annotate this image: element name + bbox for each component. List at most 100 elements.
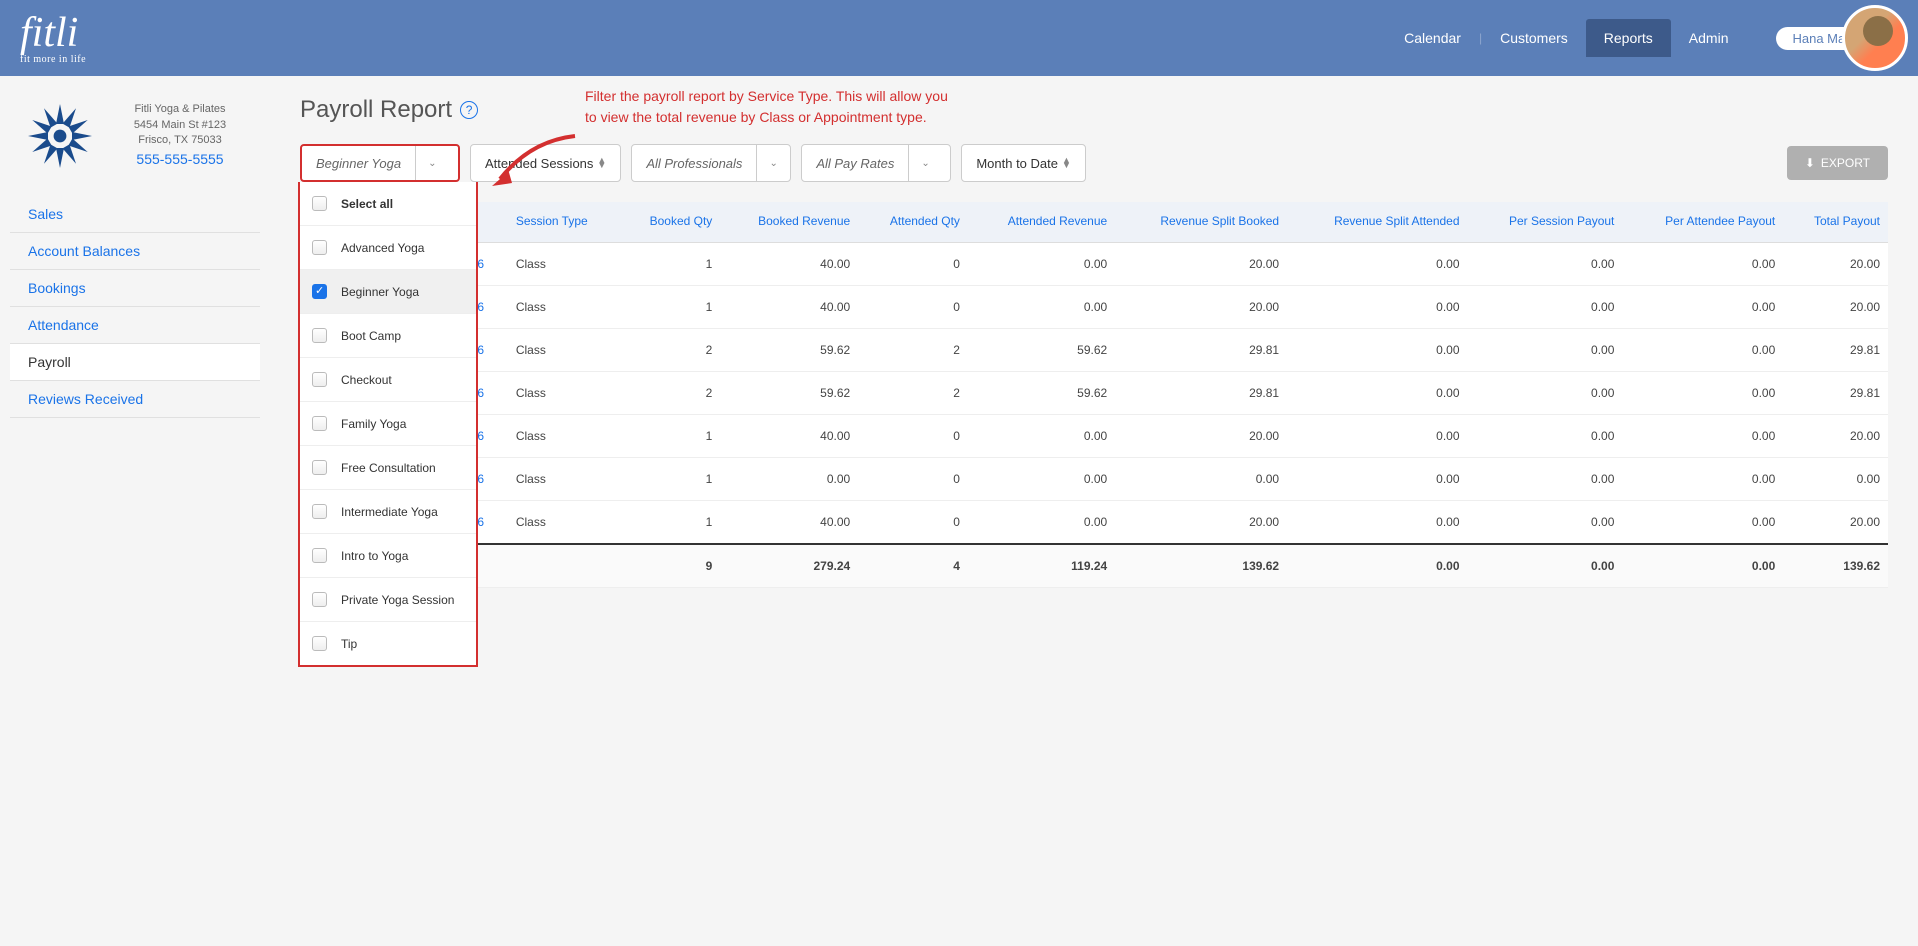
filters-bar: Beginner Yoga ⌄ Select allAdvanced YogaB… xyxy=(300,144,1888,182)
dropdown-option[interactable]: Checkout xyxy=(300,358,476,402)
column-header[interactable]: Per Attendee Payout xyxy=(1622,202,1783,242)
checkbox[interactable] xyxy=(312,548,327,563)
table-row: er Hana Martin RC-006 Class 1 0.00 0 0.0… xyxy=(300,457,1888,500)
checkbox[interactable] xyxy=(312,592,327,607)
dropdown-option-label: Beginner Yoga xyxy=(341,285,419,299)
dropdown-option-label: Tip xyxy=(341,637,357,651)
column-header[interactable]: Per Session Payout xyxy=(1468,202,1623,242)
logo-text: fitli xyxy=(20,12,86,54)
checkbox[interactable] xyxy=(312,284,327,299)
side-nav: SalesAccount BalancesBookingsAttendanceP… xyxy=(10,196,260,418)
checkbox[interactable] xyxy=(312,372,327,387)
sidebar-item-sales[interactable]: Sales xyxy=(10,196,260,233)
checkbox[interactable] xyxy=(312,328,327,343)
sort-arrows-icon: ▲▼ xyxy=(1062,158,1071,169)
dropdown-option-label: Intro to Yoga xyxy=(341,549,408,563)
session-sort-filter[interactable]: Attended Sessions ▲▼ xyxy=(470,144,621,182)
sidebar-item-bookings[interactable]: Bookings xyxy=(10,270,260,307)
column-header[interactable]: Revenue Split Attended xyxy=(1287,202,1467,242)
payroll-table: ProfessionalRateSession TypeBooked QtyBo… xyxy=(300,202,1888,588)
sidebar: Fitli Yoga & Pilates 5454 Main St #123 F… xyxy=(0,76,270,608)
checkbox[interactable] xyxy=(312,636,327,651)
business-logo-icon xyxy=(20,96,100,176)
help-icon[interactable]: ? xyxy=(460,101,478,119)
nav-customers[interactable]: Customers xyxy=(1482,19,1586,57)
dropdown-option[interactable]: Private Yoga Session xyxy=(300,578,476,622)
dropdown-option[interactable]: Family Yoga xyxy=(300,402,476,446)
sidebar-item-reviews-received[interactable]: Reviews Received xyxy=(10,381,260,418)
main-content: Filter the payroll report by Service Typ… xyxy=(270,76,1918,608)
dropdown-option-label: Private Yoga Session xyxy=(341,593,454,607)
pay-rate-value: All Pay Rates xyxy=(802,156,908,171)
dropdown-option[interactable]: Select all xyxy=(300,182,476,226)
column-header[interactable]: Attended Revenue xyxy=(968,202,1115,242)
dropdown-option[interactable]: Tip xyxy=(300,622,476,665)
column-header[interactable]: Booked Revenue xyxy=(720,202,858,242)
download-icon: ⬇ xyxy=(1805,156,1815,170)
dropdown-option-label: Advanced Yoga xyxy=(341,241,424,255)
logo-tagline: fit more in life xyxy=(20,54,86,65)
date-range-value: Month to Date ▲▼ xyxy=(962,156,1085,171)
column-header[interactable]: Attended Qty xyxy=(858,202,968,242)
dropdown-option[interactable]: Beginner Yoga xyxy=(300,270,476,314)
column-header[interactable]: Total Payout xyxy=(1783,202,1888,242)
totals-row: 9279.24 4119.24 139.620.00 0.000.00 139.… xyxy=(300,544,1888,588)
service-type-value: Beginner Yoga xyxy=(302,156,415,171)
table-row: er Hana Martin RC-006 Class 1 40.00 0 0.… xyxy=(300,242,1888,285)
business-address1: 5454 Main St #123 xyxy=(110,118,250,133)
nav-reports[interactable]: Reports xyxy=(1586,19,1671,57)
column-header[interactable]: Session Type xyxy=(508,202,620,242)
table-row: er Hana Martin RC-006 Class 1 40.00 0 0.… xyxy=(300,285,1888,328)
checkbox[interactable] xyxy=(312,504,327,519)
chevron-down-icon: ⌄ xyxy=(756,145,789,181)
column-header[interactable]: Revenue Split Booked xyxy=(1115,202,1287,242)
service-type-dropdown: Select all Advanced Yoga Beginner Yoga Boot… xyxy=(298,182,478,667)
business-block: Fitli Yoga & Pilates 5454 Main St #123 F… xyxy=(10,96,260,176)
dropdown-option[interactable]: Intro to Yoga xyxy=(300,534,476,578)
table-row: er Hana Martin RC-006 Class 2 59.62 2 59… xyxy=(300,371,1888,414)
header: fitli fit more in life Calendar | Custom… xyxy=(0,0,1918,76)
session-sort-value: Attended Sessions ▲▼ xyxy=(471,156,620,171)
dropdown-option[interactable]: Free Consultation xyxy=(300,446,476,490)
avatar[interactable] xyxy=(1842,5,1908,71)
sort-arrows-icon: ▲▼ xyxy=(597,158,606,169)
dropdown-option[interactable]: Advanced Yoga xyxy=(300,226,476,270)
dropdown-option[interactable]: Boot Camp xyxy=(300,314,476,358)
table-row: er Hana Martin RC-006 Class 1 40.00 0 0.… xyxy=(300,414,1888,457)
table-row: er Hana Martin RC-006 Class 2 59.62 2 59… xyxy=(300,328,1888,371)
pay-rate-filter[interactable]: All Pay Rates ⌄ xyxy=(801,144,951,182)
service-type-filter[interactable]: Beginner Yoga ⌄ xyxy=(300,144,460,182)
table-header-row: ProfessionalRateSession TypeBooked QtyBo… xyxy=(300,202,1888,242)
export-button[interactable]: ⬇ EXPORT xyxy=(1787,146,1888,180)
chevron-down-icon: ⌄ xyxy=(908,145,941,181)
dropdown-option[interactable]: Intermediate Yoga xyxy=(300,490,476,534)
business-name: Fitli Yoga & Pilates xyxy=(110,102,250,117)
dropdown-option-label: Checkout xyxy=(341,373,392,387)
date-range-filter[interactable]: Month to Date ▲▼ xyxy=(961,144,1086,182)
nav-admin[interactable]: Admin xyxy=(1671,19,1747,57)
sidebar-item-attendance[interactable]: Attendance xyxy=(10,307,260,344)
professional-filter[interactable]: All Professionals ⌄ xyxy=(631,144,791,182)
business-phone[interactable]: 555-555-5555 xyxy=(110,150,250,170)
dropdown-option-label: Select all xyxy=(341,197,393,211)
dropdown-option-label: Free Consultation xyxy=(341,461,436,475)
sidebar-item-payroll[interactable]: Payroll xyxy=(10,344,260,381)
dropdown-option-label: Family Yoga xyxy=(341,417,406,431)
sidebar-item-account-balances[interactable]: Account Balances xyxy=(10,233,260,270)
business-address2: Frisco, TX 75033 xyxy=(110,133,250,148)
page-title: Payroll Report ? xyxy=(300,96,1888,124)
top-nav: Calendar | Customers Reports Admin Hana … xyxy=(1386,0,1898,76)
checkbox[interactable] xyxy=(312,416,327,431)
checkbox[interactable] xyxy=(312,240,327,255)
professional-value: All Professionals xyxy=(632,156,756,171)
checkbox[interactable] xyxy=(312,460,327,475)
dropdown-option-label: Intermediate Yoga xyxy=(341,505,438,519)
column-header[interactable]: Booked Qty xyxy=(620,202,720,242)
table-row: er Hana Martin RC-006 Class 1 40.00 0 0.… xyxy=(300,500,1888,544)
business-info: Fitli Yoga & Pilates 5454 Main St #123 F… xyxy=(110,102,250,170)
checkbox[interactable] xyxy=(312,196,327,211)
logo[interactable]: fitli fit more in life xyxy=(20,12,86,65)
annotation: Filter the payroll report by Service Typ… xyxy=(585,86,948,128)
nav-calendar[interactable]: Calendar xyxy=(1386,19,1479,57)
chevron-down-icon: ⌄ xyxy=(415,146,448,180)
